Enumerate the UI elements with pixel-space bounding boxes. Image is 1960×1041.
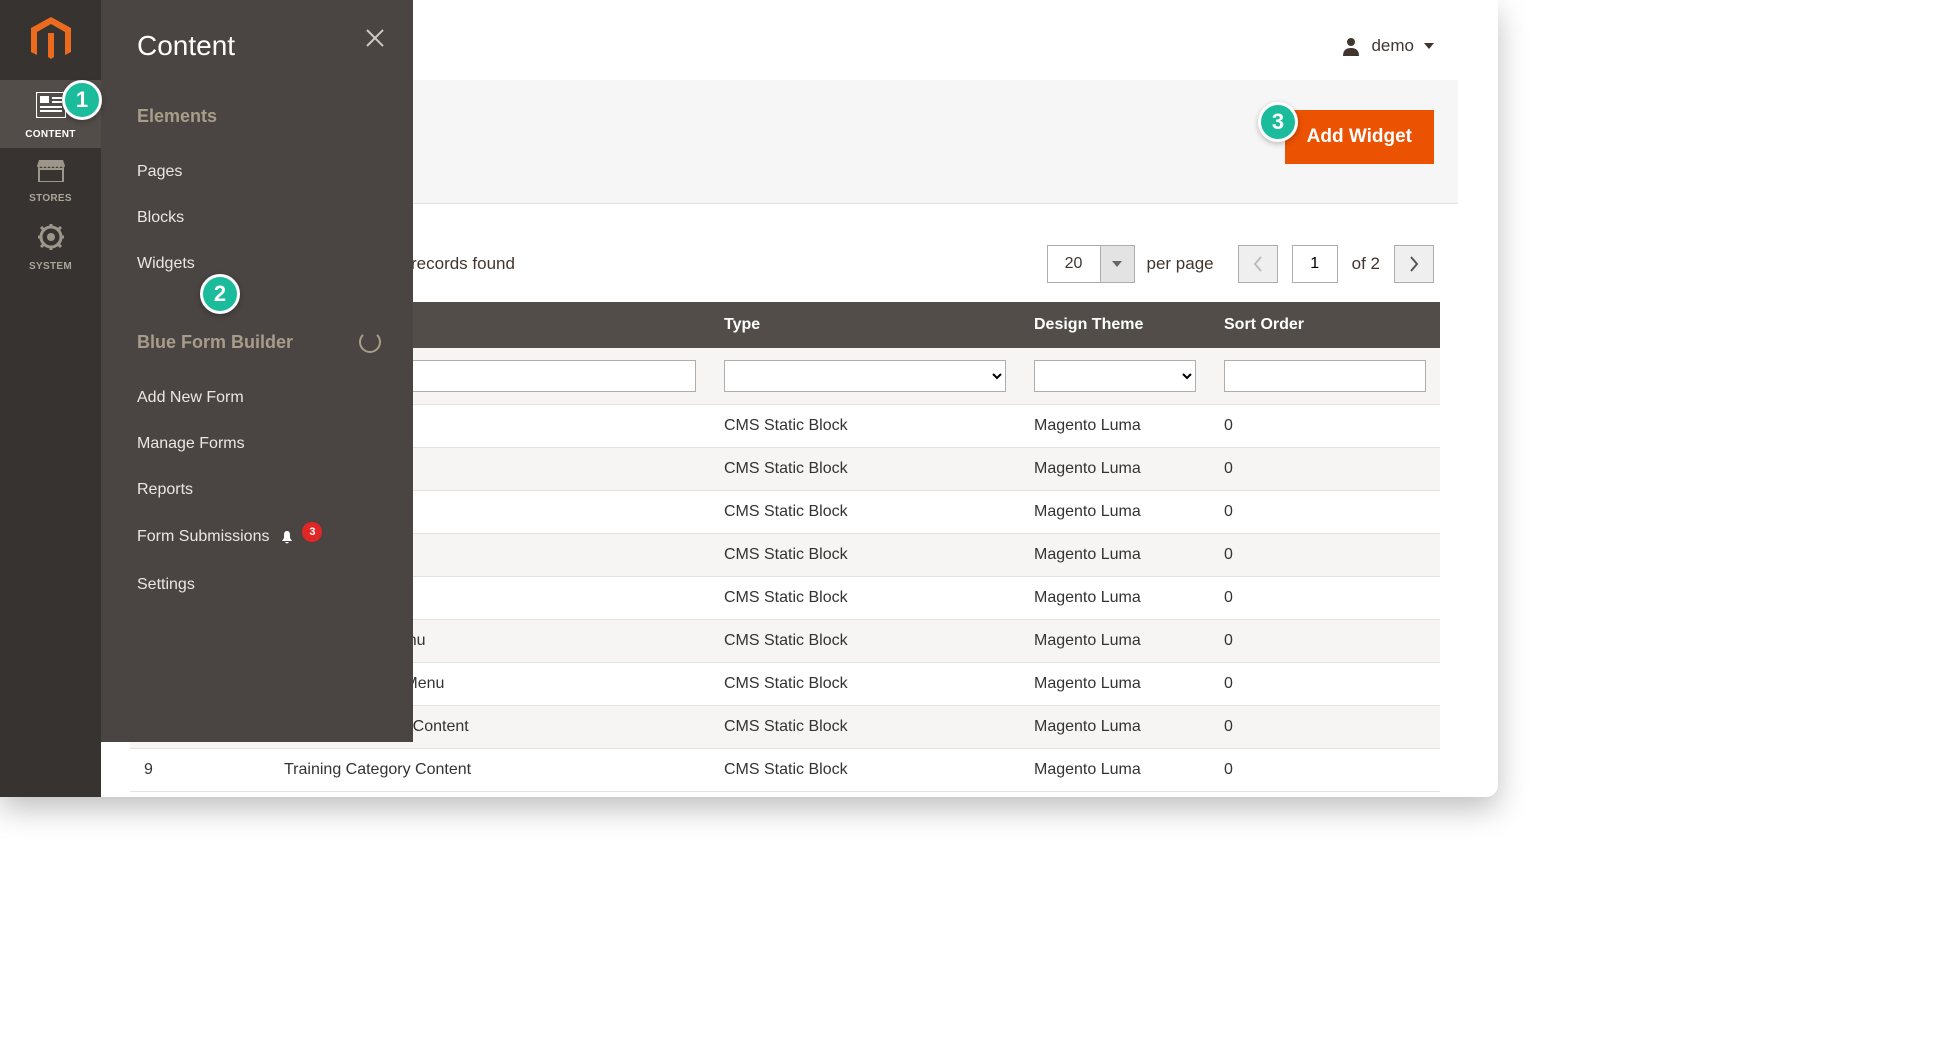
cell-theme: Magento Luma <box>1020 706 1210 749</box>
cell-sort: 0 <box>1210 749 1440 792</box>
bell-icon <box>280 530 294 544</box>
app-viewport: CONTENT 3 STORES <box>0 0 1498 797</box>
pager-prev-button[interactable] <box>1238 245 1278 283</box>
add-widget-button[interactable]: Add Widget <box>1285 110 1434 164</box>
flyout-section-elements: Elements Pages Blocks Widgets <box>137 106 381 287</box>
chevron-down-icon <box>1424 43 1434 49</box>
nav-item-stores[interactable]: STORES <box>0 148 101 212</box>
cell-widget: Training Category Content <box>270 749 710 792</box>
flyout-heading-elements: Elements <box>137 106 381 127</box>
user-icon <box>1341 36 1361 56</box>
nav-label-system: SYSTEM <box>0 261 101 272</box>
flyout-heading-bfb: Blue Form Builder <box>137 331 381 353</box>
cell-theme: Magento Luma <box>1020 448 1210 491</box>
chevron-right-icon <box>1409 256 1419 272</box>
records-found-text: records found <box>411 254 515 274</box>
cell-theme: Magento Luma <box>1020 405 1210 448</box>
table-row[interactable]: 9Training Category ContentCMS Static Blo… <box>130 749 1440 792</box>
system-gear-icon <box>38 224 64 250</box>
flyout-heading-bfb-text: Blue Form Builder <box>137 332 293 353</box>
close-icon <box>365 28 385 48</box>
col-header-type[interactable]: Type <box>710 302 1020 348</box>
cell-type: CMS Static Block <box>710 448 1020 491</box>
filter-theme-select[interactable] <box>1034 360 1196 392</box>
cell-type: CMS Static Block <box>710 491 1020 534</box>
account-username: demo <box>1371 36 1414 56</box>
flyout-link-widgets[interactable]: Widgets <box>137 241 381 287</box>
cell-theme: Magento Luma <box>1020 663 1210 706</box>
cell-type: CMS Static Block <box>710 663 1020 706</box>
nav-label-stores: STORES <box>0 193 101 204</box>
flyout-title: Content <box>137 30 381 62</box>
flyout-link-add-new-form[interactable]: Add New Form <box>137 375 381 421</box>
loading-spinner-icon <box>359 331 381 353</box>
cell-type: CMS Static Block <box>710 620 1020 663</box>
cell-sort: 0 <box>1210 448 1440 491</box>
flyout-link-form-submissions-label: Form Submissions <box>137 528 269 545</box>
cell-type: CMS Static Block <box>710 706 1020 749</box>
chevron-left-icon <box>1253 256 1263 272</box>
cell-theme: Magento Luma <box>1020 577 1210 620</box>
flyout-link-form-submissions[interactable]: Form Submissions 3 <box>137 513 381 562</box>
flyout-link-pages[interactable]: Pages <box>137 149 381 195</box>
cell-type: CMS Static Block <box>710 534 1020 577</box>
per-page-label: per page <box>1147 254 1214 274</box>
per-page-select[interactable]: 20 <box>1047 245 1135 283</box>
per-page-value: 20 <box>1048 246 1100 282</box>
flyout-section-bfb: Blue Form Builder Add New Form Manage Fo… <box>137 331 381 608</box>
flyout-close-button[interactable] <box>365 28 385 53</box>
filter-sort-input[interactable] <box>1224 360 1426 392</box>
cell-type: CMS Static Block <box>710 405 1020 448</box>
per-page-control: 20 per page <box>1047 245 1214 283</box>
cell-theme: Magento Luma <box>1020 534 1210 577</box>
pager-next-button[interactable] <box>1394 245 1434 283</box>
flyout-link-manage-forms[interactable]: Manage Forms <box>137 421 381 467</box>
col-header-sort[interactable]: Sort Order <box>1210 302 1440 348</box>
cell-theme: Magento Luma <box>1020 491 1210 534</box>
cell-sort: 0 <box>1210 405 1440 448</box>
cell-sort: 0 <box>1210 577 1440 620</box>
cell-theme: Magento Luma <box>1020 749 1210 792</box>
pager-of-label: of 2 <box>1352 254 1380 274</box>
cell-theme: Magento Luma <box>1020 620 1210 663</box>
nav-item-system[interactable]: SYSTEM <box>0 212 101 280</box>
step-marker-1: 1 <box>62 80 102 120</box>
col-header-theme[interactable]: Design Theme <box>1020 302 1210 348</box>
cell-type: CMS Static Block <box>710 577 1020 620</box>
content-icon <box>36 92 66 118</box>
chevron-down-icon <box>1100 246 1134 282</box>
flyout-link-settings[interactable]: Settings <box>137 562 381 608</box>
content-flyout: Content Elements Pages Blocks Widgets Bl… <box>101 0 413 742</box>
cell-sort: 0 <box>1210 706 1440 749</box>
form-submissions-badge: 3 <box>302 522 322 542</box>
cell-type: CMS Static Block <box>710 749 1020 792</box>
cell-sort: 0 <box>1210 663 1440 706</box>
filter-type-select[interactable] <box>724 360 1006 392</box>
magento-logo-icon <box>31 17 71 63</box>
step-marker-3: 3 <box>1258 102 1298 142</box>
stores-icon <box>37 160 65 182</box>
flyout-link-blocks[interactable]: Blocks <box>137 195 381 241</box>
cell-sort: 0 <box>1210 534 1440 577</box>
pager-current-input[interactable] <box>1292 245 1338 283</box>
account-menu[interactable]: demo <box>1341 36 1434 56</box>
cell-id: 9 <box>130 749 270 792</box>
nav-label-content: CONTENT <box>0 129 101 140</box>
cell-sort: 0 <box>1210 620 1440 663</box>
step-marker-2: 2 <box>200 274 240 314</box>
cell-sort: 0 <box>1210 491 1440 534</box>
logo-cell[interactable] <box>0 0 101 80</box>
flyout-link-reports[interactable]: Reports <box>137 467 381 513</box>
pager: of 2 <box>1238 245 1434 283</box>
